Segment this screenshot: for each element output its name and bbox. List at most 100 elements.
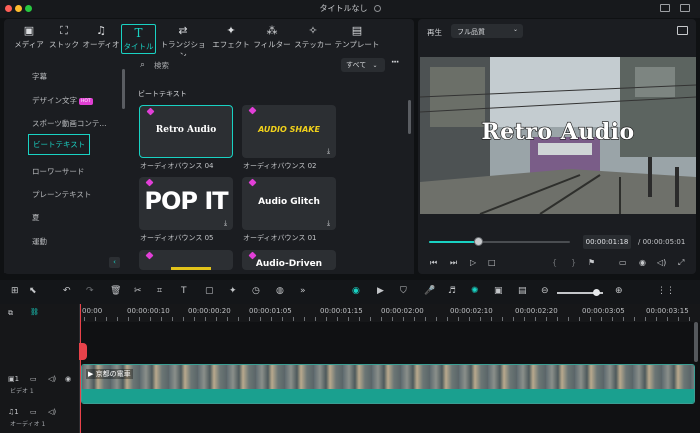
video-clip[interactable]: ▶ 京都の電車 bbox=[81, 364, 695, 404]
screen-icon[interactable]: ▣ bbox=[494, 286, 503, 296]
mute-icon[interactable]: ◁) bbox=[48, 408, 56, 416]
quality-select[interactable]: フル品質 ⌄ bbox=[451, 24, 523, 38]
title-card-audio-glitch[interactable]: Audio Glitch ⤓ bbox=[242, 177, 336, 230]
cut-icon[interactable]: ✂ bbox=[134, 286, 142, 296]
undo-icon[interactable]: ↶ bbox=[63, 286, 71, 296]
video-preview[interactable]: Retro Audio bbox=[420, 57, 696, 214]
folder-icon[interactable]: ▭ bbox=[30, 375, 37, 383]
add-track-icon[interactable]: ⧉ bbox=[8, 309, 13, 318]
speed-icon[interactable]: ◷ bbox=[252, 286, 260, 296]
layout-grid-icon[interactable]: ⊞ bbox=[11, 286, 19, 296]
track-layout-icon[interactable]: ⋮⋮ bbox=[657, 286, 675, 296]
tab-filter[interactable]: ⁂ フィルター bbox=[252, 23, 292, 55]
title-overlay-text[interactable]: Retro Audio bbox=[420, 118, 696, 145]
zoom-out-icon[interactable]: ⊖ bbox=[541, 286, 549, 296]
folder-icon[interactable]: ▭ bbox=[30, 408, 37, 416]
category-sports-2[interactable]: 運動 bbox=[32, 236, 47, 247]
subtitle-icon[interactable]: ▤ bbox=[518, 286, 527, 296]
step-forward-icon[interactable]: ⏭ bbox=[450, 258, 457, 268]
fullscreen-expand-icon[interactable]: ⤢ bbox=[678, 258, 684, 268]
marker-icon[interactable]: ⚑ bbox=[588, 258, 595, 267]
category-subtitle[interactable]: 字幕 bbox=[32, 71, 47, 82]
hot-badge: HOT bbox=[79, 98, 93, 105]
category-sports[interactable]: スポーツ動画コンテ... bbox=[32, 118, 107, 129]
tab-title[interactable]: T タイトル bbox=[121, 24, 156, 54]
crop-icon[interactable]: ⌗ bbox=[157, 286, 162, 296]
select-tool-icon[interactable]: ⬉ bbox=[29, 286, 37, 296]
tab-stock[interactable]: ⛶ ストック bbox=[48, 23, 80, 55]
stop-icon[interactable]: □ bbox=[488, 258, 496, 267]
category-scrollbar[interactable] bbox=[122, 69, 125, 109]
tab-template[interactable]: ▤ テンプレート bbox=[334, 23, 380, 55]
sticker-icon: ✧ bbox=[308, 24, 318, 37]
more-options-icon[interactable]: ··· bbox=[391, 58, 399, 68]
download-icon[interactable]: ⤓ bbox=[221, 219, 230, 228]
transition-icon: ⇄ bbox=[178, 24, 188, 37]
step-back-icon[interactable]: ⏮ bbox=[430, 258, 437, 268]
audio-mix-icon[interactable]: ♬ bbox=[448, 286, 456, 296]
ruler-label: 00:00:02:20 bbox=[515, 307, 558, 315]
current-time[interactable]: 00:00:01:18 bbox=[583, 235, 631, 249]
delete-icon[interactable]: 🗑 bbox=[110, 286, 121, 296]
title-card-audio-driven[interactable]: Audio-Driven bbox=[242, 250, 336, 270]
category-beat-text[interactable]: ビートテキスト bbox=[28, 134, 91, 155]
playhead[interactable] bbox=[80, 304, 81, 433]
category-plain-text[interactable]: プレーンテキスト bbox=[32, 189, 91, 200]
audio-track-icon[interactable]: ♫1 bbox=[8, 408, 19, 416]
ruler-tick bbox=[106, 317, 107, 321]
tab-media[interactable]: ▣ メディア bbox=[13, 23, 45, 55]
category-lower-third[interactable]: ローワーサード bbox=[32, 166, 84, 177]
category-summer[interactable]: 夏 bbox=[32, 212, 40, 223]
tab-audio[interactable]: ♫ オーディオ bbox=[82, 23, 120, 55]
play-icon[interactable]: ▷ bbox=[470, 258, 476, 267]
title-card-partial[interactable] bbox=[139, 250, 233, 270]
tab-effect[interactable]: ✦ エフェクト bbox=[211, 23, 251, 55]
search-input[interactable] bbox=[154, 59, 274, 71]
download-icon[interactable]: ⤓ bbox=[324, 147, 333, 156]
camera-icon[interactable]: ◉ bbox=[639, 258, 646, 267]
mark-out-icon[interactable]: } bbox=[571, 258, 576, 267]
title-card-audio-shake[interactable]: AUDIO SHAKE ⤓ bbox=[242, 105, 336, 158]
color-icon[interactable]: ◍ bbox=[276, 286, 284, 296]
collapse-panel-button[interactable]: ‹ bbox=[109, 257, 120, 268]
filter-select[interactable]: すべて ⌄ bbox=[341, 58, 385, 72]
title-card-pop-it[interactable]: POP IT ⤓ bbox=[139, 177, 233, 230]
mic-icon[interactable]: 🎤 bbox=[424, 286, 435, 296]
effect-tool-icon[interactable]: ✦ bbox=[229, 286, 237, 296]
shape-icon[interactable]: ▢ bbox=[205, 286, 214, 296]
timeline-scrollbar[interactable] bbox=[694, 322, 698, 362]
more-tools-icon[interactable]: » bbox=[300, 286, 306, 296]
title-card-retro-audio[interactable]: Retro Audio bbox=[139, 105, 233, 158]
grid-scrollbar[interactable] bbox=[408, 100, 411, 134]
tab-sticker[interactable]: ✧ ステッカー bbox=[293, 23, 333, 55]
volume-icon[interactable]: ◁) bbox=[657, 258, 666, 267]
zoom-in-icon[interactable]: ⊕ bbox=[615, 286, 623, 296]
tab-transition[interactable]: ⇄トランジション bbox=[157, 23, 209, 60]
eye-icon[interactable]: ◉ bbox=[65, 375, 71, 383]
ruler-tick bbox=[348, 317, 349, 321]
ai-icon[interactable]: ✺ bbox=[471, 286, 479, 296]
card-caption: オーディオバウンス 05 bbox=[140, 234, 214, 242]
shield-icon[interactable]: ⛉ bbox=[400, 286, 407, 296]
playhead-handle[interactable] bbox=[79, 343, 87, 360]
auto-sync-icon[interactable]: ◉ bbox=[352, 286, 360, 296]
category-design-text[interactable]: デザイン文字 HOT bbox=[32, 95, 93, 106]
layout-icon[interactable] bbox=[660, 4, 670, 12]
render-icon[interactable]: ▶ bbox=[377, 286, 384, 296]
video-track-icon[interactable]: ▣1 bbox=[8, 375, 19, 383]
text-tool-icon[interactable]: T bbox=[181, 286, 187, 296]
filter-icon: ⁂ bbox=[266, 24, 278, 37]
fullscreen-icon[interactable] bbox=[680, 4, 690, 12]
premium-gem-icon bbox=[248, 178, 257, 187]
ruler-tick bbox=[194, 317, 195, 321]
display-icon[interactable]: ▭ bbox=[619, 258, 627, 267]
ruler-label: 00:00:00:10 bbox=[127, 307, 170, 315]
redo-icon[interactable]: ↷ bbox=[86, 286, 94, 296]
snapshot-icon[interactable] bbox=[677, 26, 688, 35]
link-icon[interactable]: ⛓ bbox=[30, 308, 39, 316]
ruler-tick bbox=[656, 317, 657, 321]
download-icon[interactable]: ⤓ bbox=[324, 219, 333, 228]
clip-thumbnails bbox=[82, 365, 694, 389]
mark-in-icon[interactable]: { bbox=[552, 258, 557, 267]
mute-icon[interactable]: ◁) bbox=[48, 375, 56, 383]
